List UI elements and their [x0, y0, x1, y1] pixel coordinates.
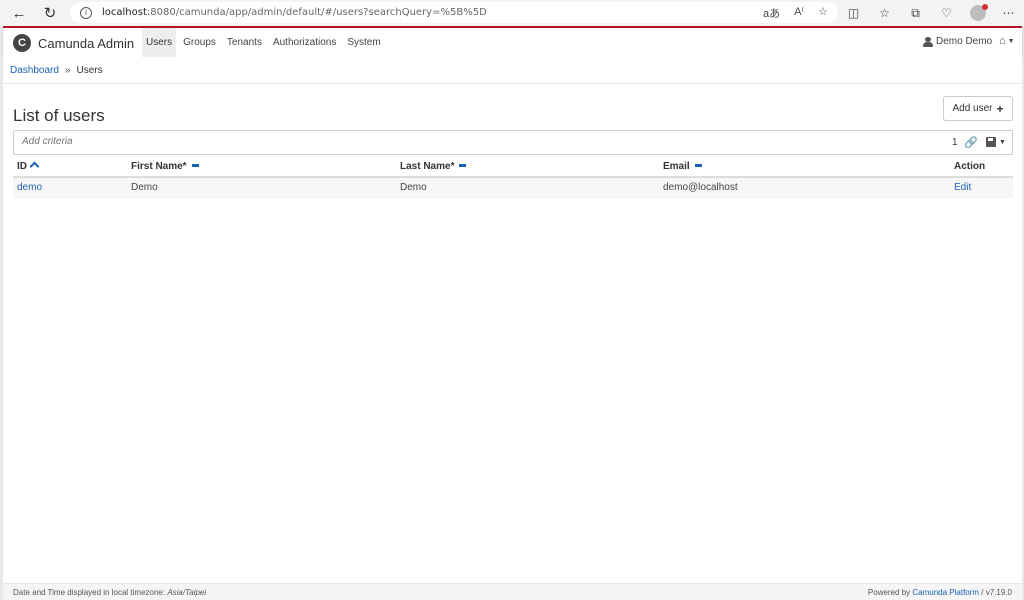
breadcrumb-separator: »	[64, 64, 71, 76]
performance-icon[interactable]: ♡	[935, 2, 958, 24]
nav-item-groups[interactable]: Groups	[179, 28, 220, 57]
column-header-last-name[interactable]: Last Name*	[396, 156, 659, 178]
profile-avatar[interactable]	[966, 2, 989, 24]
camunda-logo-icon: C	[13, 34, 31, 52]
user-name: Demo Demo	[936, 36, 993, 47]
camunda-platform-link[interactable]: Camunda Platform	[912, 588, 979, 597]
search-input[interactable]	[22, 136, 822, 147]
link-icon[interactable]: 🔗	[964, 136, 978, 149]
add-user-button[interactable]: Add user +	[943, 96, 1013, 121]
save-dropdown-chevron-icon[interactable]: ▼	[999, 139, 1006, 146]
nav-item-system[interactable]: System	[343, 28, 384, 57]
home-menu[interactable]: ⌂ ▼	[999, 35, 1015, 47]
column-header-action: Action	[950, 156, 1013, 178]
users-table: ID First Name* Last Name* Email Action d…	[13, 156, 1013, 198]
reload-icon[interactable]: ↻	[36, 1, 64, 25]
user-menu[interactable]: Demo Demo	[923, 36, 992, 47]
read-aloud-icon[interactable]: A⁽	[794, 5, 804, 21]
search-criteria-box[interactable]: 1 🔗 ▼	[13, 130, 1013, 155]
nav-item-authorizations[interactable]: Authorizations	[269, 28, 340, 57]
nav-item-tenants[interactable]: Tenants	[223, 28, 266, 57]
collections-icon[interactable]: ⧉	[904, 2, 927, 24]
timezone-note: Date and Time displayed in local timezon…	[13, 588, 207, 597]
favorites-icon[interactable]: ☆	[873, 2, 896, 24]
url-host: localhost	[102, 7, 147, 18]
breadcrumb-current: Users	[76, 64, 103, 76]
brand[interactable]: C Camunda Admin	[13, 34, 134, 52]
browser-toolbar: ← ↻ i localhost:8080/camunda/app/admin/d…	[0, 0, 1024, 26]
translate-icon[interactable]: aあ	[763, 5, 780, 21]
timezone-value: Asia/Taipei	[167, 588, 207, 597]
sort-none-icon[interactable]	[191, 163, 199, 167]
footer: Date and Time displayed in local timezon…	[3, 583, 1022, 600]
column-header-first-name[interactable]: First Name*	[127, 156, 396, 178]
powered-by: Powered by Camunda Platform / v7.19.0	[867, 588, 1012, 597]
cell-email: demo@localhost	[659, 177, 950, 198]
sort-ascending-icon[interactable]	[29, 161, 40, 171]
breadcrumb: Dashboard » Users	[3, 57, 1022, 84]
address-bar[interactable]: i localhost:8080/camunda/app/admin/defau…	[70, 2, 838, 23]
save-icon[interactable]	[986, 137, 996, 147]
cell-first-name: Demo	[127, 177, 396, 198]
back-icon[interactable]: ←	[5, 1, 33, 25]
plus-icon: +	[996, 101, 1004, 116]
more-menu-icon[interactable]: ⋯	[997, 2, 1020, 24]
cell-action: Edit	[950, 177, 1013, 198]
split-screen-icon[interactable]: ◫	[842, 2, 865, 24]
chevron-down-icon: ▼	[1007, 37, 1015, 45]
favorite-star-icon[interactable]: ☆	[818, 5, 828, 21]
sort-none-icon[interactable]	[459, 163, 467, 167]
search-result-count: 1	[952, 137, 958, 148]
version: / v7.19.0	[979, 588, 1012, 597]
cell-last-name: Demo	[396, 177, 659, 198]
cell-id: demo	[13, 177, 127, 198]
edit-user-link[interactable]: Edit	[954, 182, 971, 193]
table-header-row: ID First Name* Last Name* Email Action	[13, 156, 1013, 178]
column-header-id[interactable]: ID	[13, 156, 127, 178]
user-icon	[923, 36, 933, 47]
info-icon[interactable]: i	[80, 6, 92, 19]
breadcrumb-dashboard-link[interactable]: Dashboard	[10, 65, 59, 76]
sort-none-icon[interactable]	[694, 163, 702, 167]
home-icon: ⌂	[999, 35, 1006, 47]
camunda-admin-app: C Camunda Admin Users Groups Tenants Aut…	[3, 26, 1022, 600]
brand-name: Camunda Admin	[38, 35, 135, 51]
main-nav: Users Groups Tenants Authorizations Syst…	[142, 28, 388, 57]
nav-item-users[interactable]: Users	[142, 28, 177, 57]
add-user-label: Add user	[952, 103, 993, 114]
table-row: demo Demo Demo demo@localhost Edit	[13, 177, 1013, 198]
column-header-email[interactable]: Email	[659, 156, 950, 178]
user-id-link[interactable]: demo	[17, 182, 42, 193]
url-path: :8080/camunda/app/admin/default/#/users?…	[146, 7, 487, 18]
page-title: List of users	[13, 106, 105, 125]
top-navbar: C Camunda Admin Users Groups Tenants Aut…	[3, 26, 1022, 57]
